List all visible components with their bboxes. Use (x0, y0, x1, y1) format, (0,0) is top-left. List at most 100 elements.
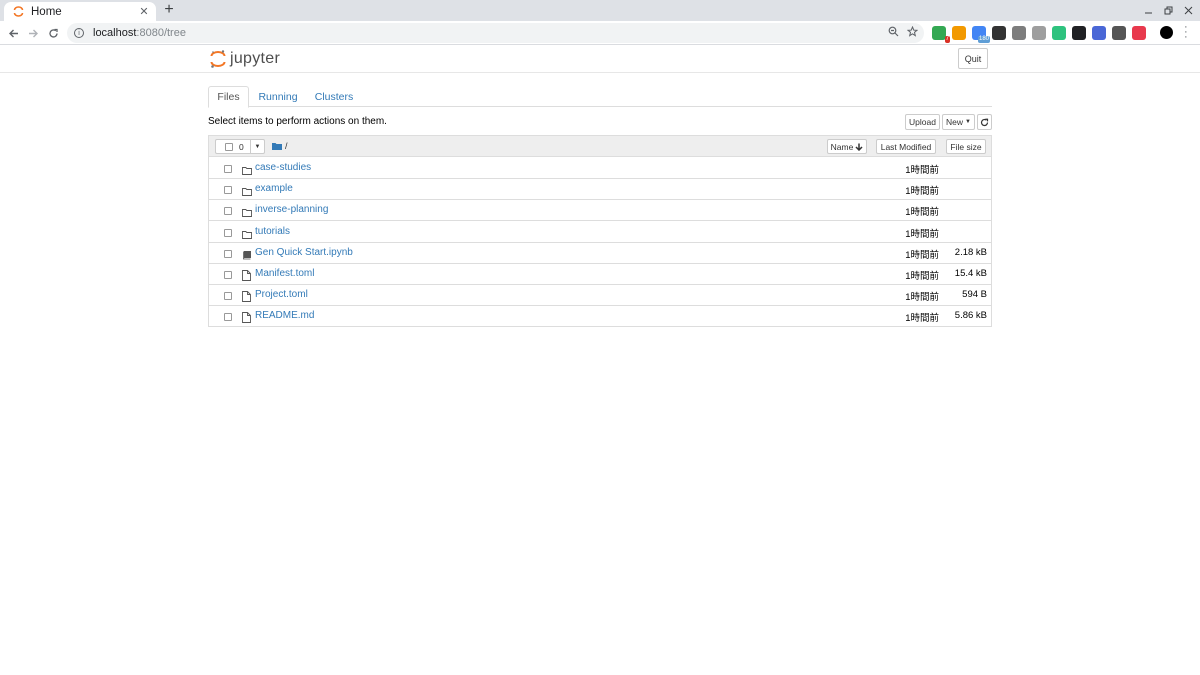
row-checkbox[interactable] (224, 228, 232, 237)
caret-down-icon: ▼ (965, 119, 971, 125)
folder-icon (242, 205, 252, 218)
doc-ext-icon[interactable] (1032, 26, 1046, 40)
close-window-icon[interactable] (1181, 3, 1195, 17)
forward-arrow-icon[interactable] (25, 25, 41, 41)
item-name-link[interactable]: Project.toml (255, 289, 308, 300)
item-modified: 1時間前 (905, 186, 939, 198)
chat-ext-icon[interactable] (1092, 26, 1106, 40)
item-name-link[interactable]: inverse-planning (255, 204, 328, 215)
sort-by-name-button[interactable]: Name (827, 139, 867, 154)
pocket-ext-icon[interactable] (1132, 26, 1146, 40)
list-item[interactable]: Manifest.toml 1時間前 15.4 kB (209, 264, 991, 285)
item-modified: 1時間前 (905, 271, 939, 282)
item-name-link[interactable]: README.md (255, 310, 314, 321)
browser-tab-home[interactable]: Home ✕ (4, 2, 156, 21)
row-checkbox[interactable] (224, 207, 232, 216)
browser-menu-icon[interactable]: · · · (1184, 22, 1188, 43)
file-icon (242, 290, 252, 303)
jupyter-header: jupyter Quit (0, 45, 1200, 73)
sort-name-label: Name (830, 141, 854, 152)
item-name-link[interactable]: case-studies (255, 162, 311, 173)
upload-button[interactable]: Upload (905, 114, 940, 130)
item-modified: 1時間前 (905, 249, 939, 261)
sort-by-modified-button[interactable]: Last Modified (876, 139, 936, 154)
c-ext-icon[interactable] (1012, 26, 1026, 40)
item-modified: 1時間前 (905, 228, 939, 240)
dark-ext-icon[interactable] (1072, 26, 1086, 40)
select-all-dropdown[interactable]: 0 ▼ (215, 139, 265, 154)
item-size: 5.86 kB (954, 310, 987, 322)
caret-down-icon[interactable]: ▼ (250, 140, 264, 153)
row-checkbox[interactable] (224, 249, 232, 258)
row-checkbox[interactable] (224, 313, 232, 322)
jupyter-logo-icon (210, 50, 226, 68)
row-checkbox[interactable] (224, 186, 232, 195)
notes-ext-icon[interactable] (952, 26, 966, 40)
row-checkbox[interactable] (224, 292, 232, 301)
bookmark-star-icon[interactable] (906, 25, 919, 40)
address-bar[interactable]: i localhost:8080/tree (67, 23, 924, 43)
list-item[interactable]: example 1時間前 (209, 179, 991, 201)
browser-tab-title: Home (31, 5, 62, 18)
row-checkbox[interactable] (224, 165, 232, 173)
tab-running[interactable]: Running (253, 86, 303, 107)
item-modified: 1時間前 (905, 313, 939, 325)
item-modified: 1時間前 (905, 165, 939, 176)
list-item[interactable]: inverse-planning 1時間前 (209, 200, 991, 222)
row-checkbox[interactable] (224, 271, 232, 279)
new-dropdown-button[interactable]: New ▼ (942, 114, 975, 130)
new-tab-icon[interactable]: + (161, 1, 177, 18)
site-info-icon[interactable]: i (74, 28, 84, 38)
list-item[interactable]: tutorials 1時間前 (209, 222, 991, 243)
grammar-ext-icon[interactable]: 7 (932, 26, 950, 43)
breadcrumb[interactable]: / (272, 141, 288, 151)
browser-toolbar: i localhost:8080/tree 7 180 · · · (0, 21, 1200, 45)
listing-header: 0 ▼ / Name Last Modified File size (209, 136, 991, 157)
jupyter-logo-text: jupyter (230, 50, 281, 67)
quit-button[interactable]: Quit (958, 48, 988, 69)
item-size: 594 B (962, 289, 987, 301)
folder-solid-icon (272, 143, 282, 150)
file-icon (242, 311, 252, 324)
tab-clusters[interactable]: Clusters (309, 86, 359, 107)
minimize-window-icon[interactable] (1141, 3, 1155, 17)
item-modified: 1時間前 (905, 207, 939, 219)
item-size: 2.18 kB (954, 246, 987, 258)
item-name-link[interactable]: example (255, 183, 293, 194)
item-name-link[interactable]: Gen Quick Start.ipynb (255, 247, 353, 258)
folder-icon (242, 163, 252, 175)
folder-icon (242, 184, 252, 197)
zoom-icon[interactable] (888, 26, 899, 40)
reload-icon[interactable] (45, 25, 61, 41)
list-item[interactable]: Gen Quick Start.ipynb 1時間前 2.18 kB (209, 243, 991, 264)
folder-icon (242, 227, 252, 239)
item-size: 15.4 kB (954, 268, 987, 279)
refresh-icon (980, 118, 989, 126)
calendar-ext-icon[interactable]: 180 (972, 26, 990, 43)
extensions-area: 7 180 (932, 26, 1146, 43)
line-ext-icon[interactable] (1052, 26, 1066, 40)
select-all-checkbox[interactable] (225, 142, 233, 151)
file-icon (242, 269, 252, 281)
selected-count: 0 (239, 141, 244, 152)
game-ext-icon[interactable] (1112, 26, 1126, 40)
item-name-link[interactable]: Manifest.toml (255, 268, 314, 279)
extension-badge: 7 (944, 36, 950, 43)
tab-files[interactable]: Files (208, 86, 249, 108)
sort-by-size-button[interactable]: File size (946, 139, 986, 154)
refresh-button[interactable] (977, 114, 992, 130)
notebook-icon (242, 248, 252, 260)
list-item[interactable]: README.md 1時間前 5.86 kB (209, 306, 991, 327)
graduation-ext-icon[interactable] (992, 26, 1006, 40)
browser-tab-strip: Home ✕ + (0, 0, 1200, 21)
profile-avatar[interactable] (1160, 26, 1173, 39)
list-item[interactable]: Project.toml 1時間前 594 B (209, 285, 991, 307)
list-item[interactable]: case-studies 1時間前 (209, 158, 991, 179)
jupyter-favicon-icon (13, 6, 24, 17)
restore-window-icon[interactable] (1161, 3, 1175, 17)
close-tab-icon[interactable]: ✕ (137, 5, 151, 19)
jupyter-logo[interactable]: jupyter (210, 49, 280, 69)
item-name-link[interactable]: tutorials (255, 226, 290, 237)
back-arrow-icon[interactable] (5, 25, 21, 41)
arrow-down-icon (855, 143, 863, 151)
